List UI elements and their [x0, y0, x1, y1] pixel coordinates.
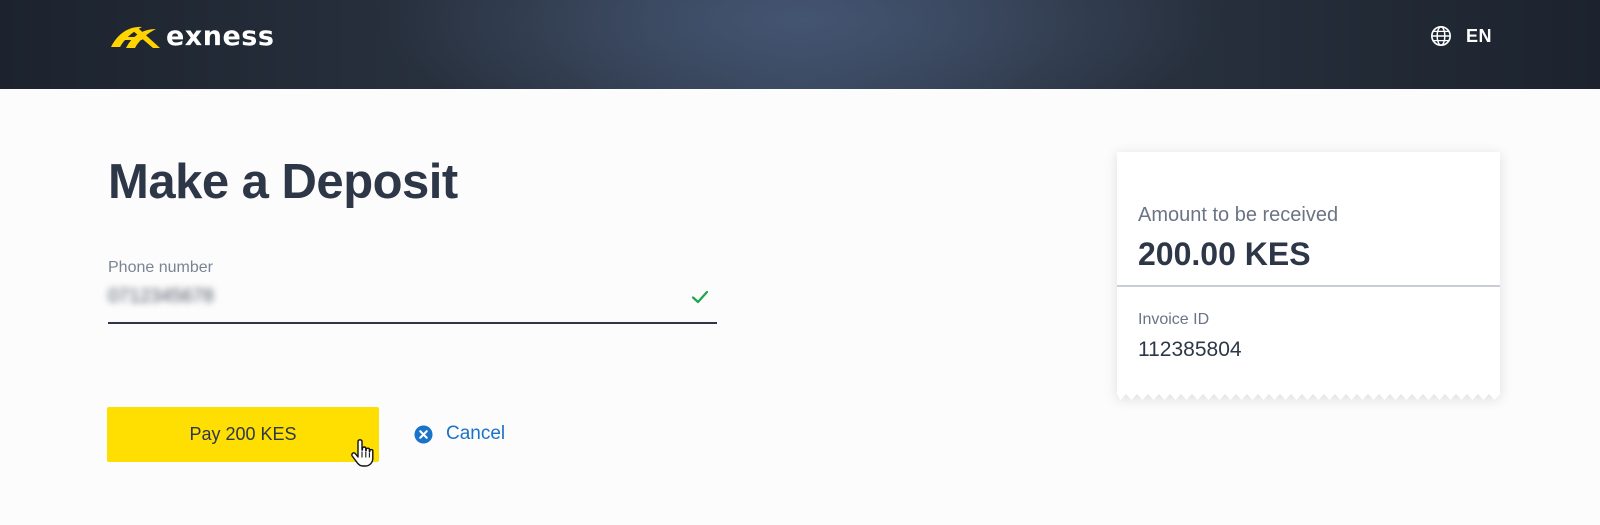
summary-divider [1117, 285, 1500, 287]
invoice-id-label: Invoice ID [1138, 311, 1210, 328]
summary-card-body: Amount to be received 200.00 KES Invoice… [1117, 152, 1500, 394]
invoice-id-value: 112385804 [1138, 338, 1242, 361]
top-header: exness EN [0, 0, 1600, 89]
receipt-zigzag-edge [1117, 393, 1500, 400]
phone-number-field: Phone number [108, 258, 717, 324]
brand-logo[interactable]: exness [108, 22, 274, 52]
pay-button[interactable]: Pay 200 KES [107, 407, 379, 462]
language-selector[interactable]: EN [1430, 24, 1492, 48]
deposit-summary-card: Amount to be received 200.00 KES Invoice… [1117, 152, 1500, 402]
globe-icon [1430, 26, 1451, 46]
cancel-label: Cancel [446, 423, 506, 444]
page-title: Make a Deposit [108, 155, 458, 209]
language-label: EN [1465, 25, 1492, 46]
brand-name: exness [166, 21, 275, 52]
exness-logo-icon [111, 26, 160, 48]
phone-number-input[interactable] [108, 285, 668, 309]
check-icon [691, 290, 709, 304]
close-circle-icon [414, 424, 433, 444]
amount-label: Amount to be received [1138, 204, 1339, 226]
phone-number-label: Phone number [108, 259, 213, 276]
amount-value: 200.00 KES [1138, 236, 1311, 272]
cancel-link[interactable]: Cancel [414, 421, 505, 447]
